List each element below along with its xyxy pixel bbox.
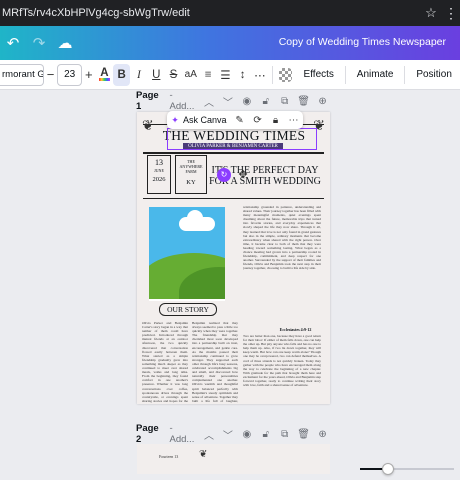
text-color-icon[interactable]: A bbox=[96, 64, 113, 86]
spacing-icon[interactable]: ↕ bbox=[234, 64, 251, 86]
lock-icon[interactable]: 🔓︎ bbox=[256, 429, 275, 440]
more-text-options-icon[interactable]: ⋯ bbox=[251, 64, 268, 86]
font-size-input[interactable]: 23 bbox=[57, 63, 82, 86]
more-options-icon[interactable]: ⋯ bbox=[285, 115, 303, 126]
underline-icon[interactable]: U bbox=[148, 64, 165, 86]
page-2-header: Page 2 - Add... ︿ ﹀ ◉ 🔓︎ ⧉ 🗑︎ ⊕ bbox=[136, 423, 332, 445]
chevron-down-icon[interactable]: ﹀ bbox=[218, 94, 237, 109]
text-toolbar: rmorant G... − 23 + A B I U S aA ≡ ☰ ↕ ⋯… bbox=[0, 60, 460, 90]
location-name: THE ANYWHERE FARM bbox=[179, 159, 203, 174]
decrease-font-size-button[interactable]: − bbox=[44, 67, 58, 82]
increase-font-size-button[interactable]: + bbox=[82, 67, 96, 82]
effects-button[interactable]: Effects bbox=[296, 64, 342, 86]
cloud-shape bbox=[179, 210, 215, 231]
toolbar-divider bbox=[344, 65, 346, 84]
photo-placeholder[interactable] bbox=[149, 207, 225, 301]
browser-url-bar: MRfTs/rv4cXbHPlVg4cg-sbWgTrw/edit ☆ ⋮ bbox=[0, 0, 460, 26]
canva-ai-icon: ✦ bbox=[171, 114, 179, 125]
ask-canva-button[interactable]: Ask Canva bbox=[183, 115, 227, 125]
redo-icon[interactable]: ↷ bbox=[26, 34, 52, 52]
page-2-ornament: ❦ bbox=[199, 449, 208, 460]
page-1-add-title[interactable]: - Add... bbox=[170, 90, 200, 112]
strikethrough-icon[interactable]: S bbox=[165, 64, 182, 86]
floral-ornament-left: ❦ bbox=[142, 117, 154, 133]
verse-reference[interactable]: Ecclesiastes 4:9-12 bbox=[273, 327, 318, 332]
location-box[interactable]: THE ANYWHERE FARM KY bbox=[175, 155, 207, 194]
undo-icon[interactable]: ↶ bbox=[0, 34, 26, 52]
lock-icon[interactable]: 🔒︎ bbox=[267, 115, 285, 126]
selection-outline bbox=[167, 128, 317, 150]
zoom-slider[interactable] bbox=[360, 462, 460, 476]
eye-icon[interactable]: ◉ bbox=[237, 429, 256, 440]
eye-icon[interactable]: ◉ bbox=[237, 96, 256, 107]
add-page-icon[interactable]: ⊕ bbox=[313, 96, 332, 107]
verse-text[interactable]: Two are better than one, because they ha… bbox=[243, 334, 321, 402]
animate-button[interactable]: Animate bbox=[349, 64, 402, 86]
transparency-icon[interactable] bbox=[279, 67, 292, 82]
page-1-canvas[interactable]: ❦ ❦ THE WEDDING TIMES OLIVIA PARKER & BE… bbox=[137, 112, 330, 404]
page-1-label: Page 1 bbox=[136, 90, 159, 112]
page-2-add-title[interactable]: - Add... bbox=[170, 423, 200, 445]
story-column-2[interactable]: Benjamin realized that they always seeme… bbox=[192, 321, 238, 403]
date-day: 13 bbox=[155, 158, 163, 167]
url-text[interactable]: MRfTs/rv4cXbHPlVg4cg-sbWgTrw/edit bbox=[0, 7, 420, 19]
section-rule bbox=[143, 198, 324, 199]
editor-header: ↶ ↷ ☁ Copy of Wedding Times Newspaper bbox=[0, 26, 460, 60]
rotate-handle-icon[interactable]: ↻ bbox=[217, 168, 231, 182]
page-2-label: Page 2 bbox=[136, 423, 159, 445]
page-2-canvas[interactable]: ❦ Fourteen 13 bbox=[137, 444, 330, 474]
page-1-header: Page 1 - Add... ︿ ﹀ ◉ 🔓︎ ⧉ 🗑︎ ⊕ bbox=[136, 90, 332, 112]
magic-edit-icon[interactable]: ✎ bbox=[231, 115, 249, 126]
font-family-dropdown[interactable]: rmorant G... bbox=[0, 63, 44, 86]
move-handle-icon[interactable]: ✥ bbox=[236, 168, 250, 182]
link-icon[interactable]: ⟳ bbox=[249, 115, 267, 126]
duplicate-icon[interactable]: ⧉ bbox=[275, 96, 294, 107]
bookmark-star-icon[interactable]: ☆ bbox=[420, 5, 442, 21]
position-button[interactable]: Position bbox=[408, 64, 460, 86]
our-story-label[interactable]: OUR STORY bbox=[159, 303, 217, 316]
lock-icon[interactable]: 🔓︎ bbox=[256, 96, 275, 107]
duplicate-icon[interactable]: ⧉ bbox=[275, 429, 294, 440]
trash-icon[interactable]: 🗑︎ bbox=[294, 96, 313, 107]
location-state: KY bbox=[186, 179, 196, 186]
bold-icon[interactable]: B bbox=[113, 63, 131, 86]
cloud-saved-icon[interactable]: ☁ bbox=[52, 34, 78, 52]
date-month: JUNE bbox=[154, 168, 164, 173]
list-icon[interactable]: ☰ bbox=[217, 64, 234, 86]
zoom-knob[interactable] bbox=[382, 463, 394, 475]
date-year: 2026 bbox=[152, 176, 166, 183]
chevron-up-icon[interactable]: ︿ bbox=[200, 427, 219, 442]
document-title[interactable]: Copy of Wedding Times Newspaper bbox=[279, 36, 446, 48]
page-2-text: Fourteen 13 bbox=[159, 454, 179, 459]
add-page-icon[interactable]: ⊕ bbox=[313, 429, 332, 440]
photo-sky bbox=[149, 207, 225, 299]
chevron-down-icon[interactable]: ﹀ bbox=[218, 427, 237, 442]
toolbar-divider bbox=[271, 65, 273, 84]
element-context-menu: ✦ Ask Canva ✎ ⟳ 🔒︎ ⋯ bbox=[167, 111, 303, 129]
browser-menu-icon[interactable]: ⋮ bbox=[442, 5, 460, 22]
masthead-rule bbox=[143, 152, 324, 154]
chevron-up-icon[interactable]: ︿ bbox=[200, 94, 219, 109]
trash-icon[interactable]: 🗑︎ bbox=[294, 429, 313, 440]
align-center-icon[interactable]: ≡ bbox=[199, 64, 216, 86]
italic-icon[interactable]: I bbox=[130, 64, 147, 86]
toolbar-divider bbox=[404, 65, 406, 84]
letter-case-icon[interactable]: aA bbox=[182, 64, 199, 86]
story-column-3[interactable]: relationship grounded in patience, under… bbox=[243, 205, 321, 323]
date-box[interactable]: 13 JUNE 2026 bbox=[147, 155, 171, 194]
story-column-1[interactable]: Olivia Parker and Benjamin Carter's stor… bbox=[142, 321, 188, 403]
